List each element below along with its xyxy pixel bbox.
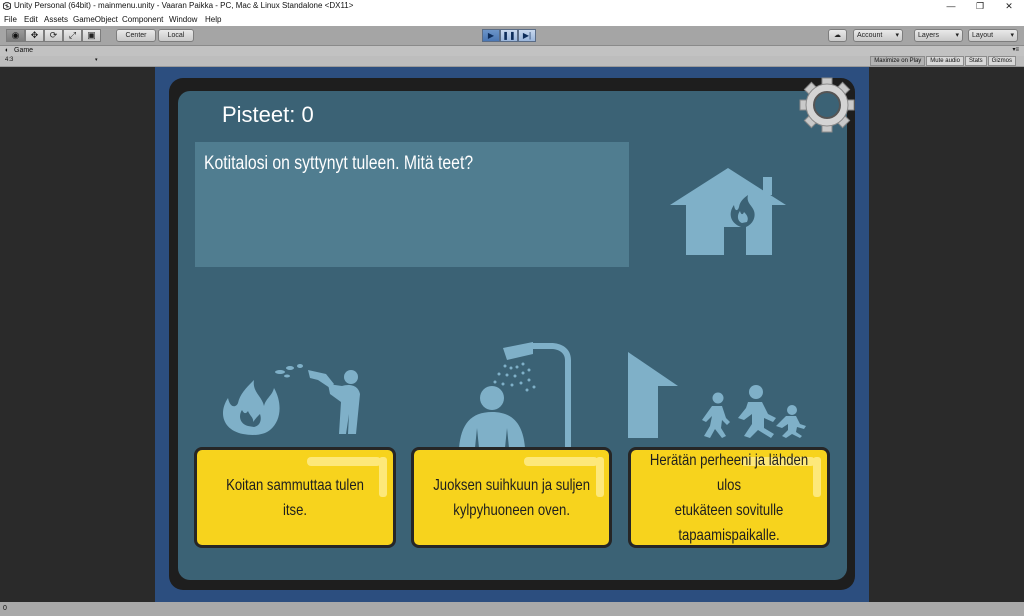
play-icon[interactable]: ▶	[482, 29, 500, 42]
tab-menu-icon[interactable]: ▾≡	[1012, 46, 1019, 53]
menu-file[interactable]: File	[4, 15, 17, 24]
layers-dropdown[interactable]: Layers ▾	[914, 29, 963, 42]
stats-toggle[interactable]: Stats	[964, 56, 987, 66]
settings-gear-icon[interactable]	[797, 75, 857, 135]
close-button[interactable]: ✕	[995, 0, 1023, 13]
menu-gameobject[interactable]: GameObject	[73, 15, 118, 24]
game-tab-bar: ◐ Game ▾≡	[0, 46, 1024, 56]
menu-assets[interactable]: Assets	[44, 15, 68, 24]
game-tab-icon: ◐	[5, 47, 10, 54]
button-highlight	[307, 457, 381, 466]
layers-label: Layers	[918, 32, 940, 39]
answer-2-line-1: Juoksen suihkuun ja suljen	[433, 476, 590, 494]
account-label: Account	[857, 32, 883, 39]
answer-3-line-3: tapaamispaikalle.	[678, 526, 780, 544]
button-highlight	[813, 457, 821, 497]
answer-button-3[interactable]: Herätän perheeni ja lähden ulos etukätee…	[628, 447, 830, 548]
game-view-toolbar: 4:3 ▾ Maximize on Play Mute audio Stats …	[0, 56, 1024, 67]
move-tool-icon[interactable]: ✥	[25, 29, 44, 42]
menu-bar: File Edit Assets GameObject Component Wi…	[0, 13, 1024, 26]
restore-button[interactable]: ❐	[966, 0, 994, 13]
layout-dropdown[interactable]: Layout ▾	[968, 29, 1018, 42]
answer-3-line-1: Herätän perheeni ja lähden ulos	[649, 451, 809, 494]
score-label: Pisteet: 0	[222, 102, 314, 127]
status-bar: 0	[0, 602, 1024, 616]
answer-text-1: Koitan sammuttaa tulen itse.	[215, 473, 376, 523]
chevron-down-icon: ▾	[895, 32, 899, 39]
menu-help[interactable]: Help	[205, 15, 221, 24]
space-label: Local	[167, 32, 185, 39]
play-controls: ▶ ❚❚ ▶|	[482, 29, 536, 42]
gizmos-dropdown[interactable]: Gizmos	[987, 56, 1016, 66]
answer-text-3: Herätän perheeni ja lähden ulos etukätee…	[649, 448, 810, 548]
maximize-on-play-toggle[interactable]: Maximize on Play	[870, 56, 926, 66]
answer-2-line-2: kylpyhuoneen oven.	[453, 501, 570, 519]
answer-button-2[interactable]: Juoksen suihkuun ja suljen kylpyhuoneen …	[411, 447, 612, 548]
transform-tools: ◉ ✥ ⟳ ⤢ ▣	[6, 29, 101, 42]
button-highlight	[524, 457, 598, 466]
menu-component[interactable]: Component	[122, 15, 163, 24]
editor-toolbar: ◉ ✥ ⟳ ⤢ ▣ Center Local ▶ ❚❚ ▶| ☁ Account…	[0, 26, 1024, 46]
step-icon[interactable]: ▶|	[518, 29, 536, 42]
hand-tool-icon[interactable]: ◉	[6, 29, 25, 42]
window-title: Unity Personal (64bit) - mainmenu.unity …	[14, 1, 354, 10]
answer-button-1[interactable]: Koitan sammuttaa tulen itse.	[194, 447, 396, 548]
unity-logo-icon	[3, 2, 11, 10]
pause-icon[interactable]: ❚❚	[500, 29, 518, 42]
aspect-dropdown[interactable]: 4:3	[5, 57, 13, 63]
fire-extinguisher-person-icon	[223, 364, 360, 435]
window-title-bar: Unity Personal (64bit) - mainmenu.unity …	[0, 0, 1024, 13]
chevron-down-icon: ▾	[1010, 32, 1014, 39]
family-evacuating-icon	[628, 352, 806, 438]
minimize-button[interactable]: —	[937, 0, 965, 13]
tab-game[interactable]: Game	[14, 47, 33, 54]
rotate-tool-icon[interactable]: ⟳	[44, 29, 63, 42]
chevron-down-icon: ▾	[955, 32, 959, 39]
chevron-down-icon: ▾	[95, 57, 98, 63]
answer-3-line-2: etukäteen sovitulle	[674, 501, 784, 519]
shower-person-icon	[459, 342, 571, 448]
scale-tool-icon[interactable]: ⤢	[63, 29, 82, 42]
button-highlight	[379, 457, 387, 497]
mute-audio-toggle[interactable]: Mute audio	[926, 56, 964, 66]
pivot-center-button[interactable]: Center	[116, 29, 156, 42]
answer-text-2: Juoksen suihkuun ja suljen kylpyhuoneen …	[433, 473, 590, 523]
pivot-label: Center	[125, 32, 147, 39]
menu-window[interactable]: Window	[169, 15, 197, 24]
status-text: 0	[3, 605, 7, 612]
answer-1-line-1: Koitan sammuttaa tulen itse.	[226, 476, 364, 519]
cloud-icon[interactable]: ☁	[828, 29, 847, 42]
question-text: Kotitalosi on syttynyt tuleen. Mitä teet…	[204, 153, 474, 174]
rect-tool-icon[interactable]: ▣	[82, 29, 101, 42]
pivot-local-button[interactable]: Local	[158, 29, 194, 42]
button-highlight	[596, 457, 604, 497]
burning-house-icon	[670, 168, 786, 255]
layout-label: Layout	[972, 32, 994, 39]
account-dropdown[interactable]: Account ▾	[853, 29, 903, 42]
menu-edit[interactable]: Edit	[24, 15, 38, 24]
